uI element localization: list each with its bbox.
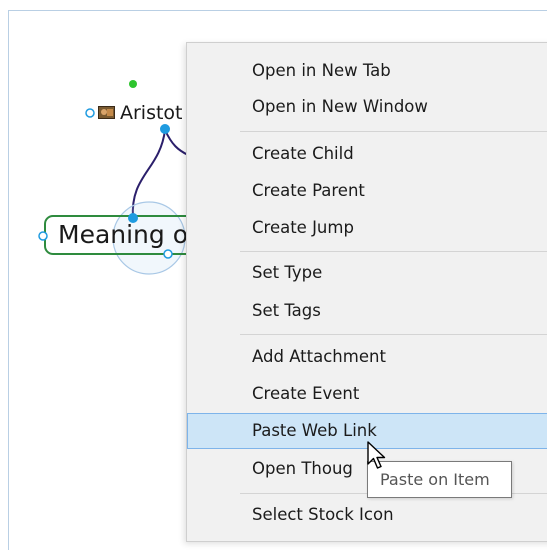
menu-item-select-stock-icon[interactable]: Select Stock Icon: [187, 497, 547, 533]
menu-item-create-event[interactable]: Create Event: [187, 376, 547, 412]
menu-separator: [240, 251, 547, 252]
node-label-aristotle[interactable]: Aristot: [120, 102, 183, 124]
anchor-ring[interactable]: [85, 108, 95, 118]
menu-separator: [240, 131, 547, 132]
menu-item-set-tags[interactable]: Set Tags: [187, 293, 547, 329]
menu-item-open-in-new-tab[interactable]: Open in New Tab: [187, 53, 547, 89]
menu-item-create-parent[interactable]: Create Parent: [187, 173, 547, 209]
anchor-ring[interactable]: [163, 249, 173, 259]
link-line: [164, 129, 189, 156]
tooltip: Paste on Item: [367, 461, 512, 498]
menu-item-create-jump[interactable]: Create Jump: [187, 210, 547, 246]
arrow-pointer-icon: [367, 441, 386, 469]
node-label-meaning[interactable]: Meaning o: [58, 220, 188, 249]
menu-item-create-child[interactable]: Create Child: [187, 136, 547, 172]
menu-separator: [240, 334, 547, 335]
menu-item-open-in-new-window[interactable]: Open in New Window: [187, 89, 547, 125]
anchor-dot[interactable]: [160, 124, 170, 134]
anchor-ring[interactable]: [38, 231, 48, 241]
menu-item-add-attachment[interactable]: Add Attachment: [187, 339, 547, 375]
photo-thumbnail-icon: [98, 106, 115, 119]
parent-dot: [129, 80, 137, 88]
menu-item-set-type[interactable]: Set Type: [187, 255, 547, 291]
